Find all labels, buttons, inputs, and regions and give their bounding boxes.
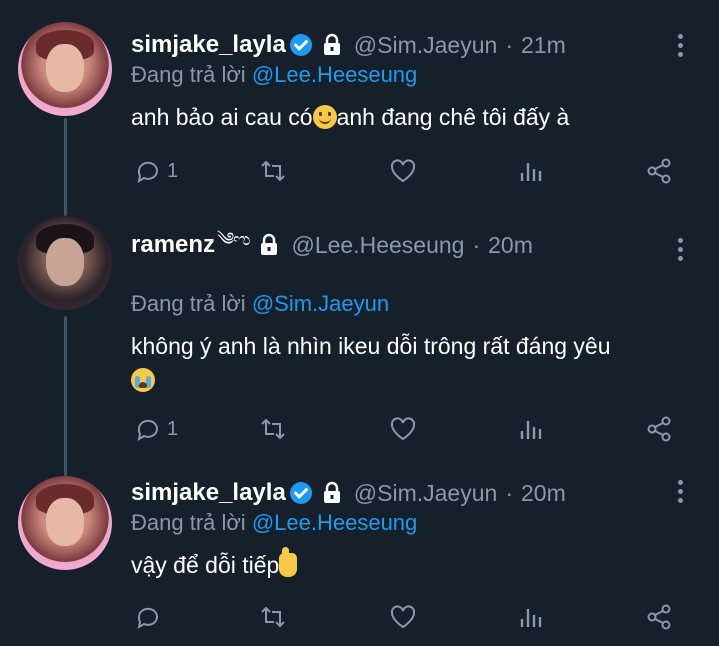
share-button[interactable]: [645, 414, 673, 444]
tweet[interactable]: simjake_layla @Sim.Jaeyun · 21m Đang trả…: [0, 0, 719, 200]
tweet-header: ramenz ༄ಌ @Lee.Heeseung · 20m: [131, 229, 533, 260]
share-icon: [647, 604, 671, 630]
lock-icon: [261, 233, 278, 255]
loudly-crying-face-icon: [131, 368, 155, 392]
retweet-icon: [261, 160, 285, 182]
reply-icon: [137, 419, 158, 442]
replying-to: Đang trả lời @Lee.Heeseung: [131, 62, 417, 88]
avatar[interactable]: [18, 216, 112, 310]
display-name[interactable]: simjake_layla: [131, 479, 286, 507]
like-button[interactable]: [389, 602, 417, 632]
retweet-icon: [261, 606, 285, 628]
reply-icon: [137, 607, 158, 630]
like-icon: [390, 159, 416, 183]
tweet-header: simjake_layla @Sim.Jaeyun · 20m: [131, 478, 566, 508]
analytics-icon: [520, 163, 542, 181]
display-name[interactable]: simjake_layla: [131, 31, 286, 59]
reply-prefix: Đang trả lời: [131, 510, 246, 535]
action-bar: 1: [131, 414, 691, 444]
reply-icon: [137, 161, 158, 184]
timestamp[interactable]: 20m: [488, 232, 533, 259]
share-button[interactable]: [645, 156, 673, 186]
user-handle[interactable]: @Sim.Jaeyun: [354, 32, 498, 59]
share-icon: [647, 416, 671, 442]
like-icon: [390, 605, 416, 629]
timestamp[interactable]: 21m: [521, 32, 566, 59]
reply-mention-link[interactable]: @Lee.Heeseung: [252, 62, 417, 87]
tweet-text: không ý anh là nhìn ikeu dỗi trông rất đ…: [131, 329, 691, 397]
user-handle[interactable]: @Sim.Jaeyun: [354, 480, 498, 507]
reply-prefix: Đang trả lời: [131, 62, 246, 87]
like-button[interactable]: [389, 414, 417, 444]
lock-icon: [323, 481, 340, 503]
analytics-button[interactable]: [517, 602, 545, 632]
reply-button[interactable]: [133, 602, 167, 632]
retweet-button[interactable]: [259, 156, 287, 186]
verified-badge-icon: [289, 34, 312, 56]
reply-count: 1: [167, 417, 179, 440]
more-options-icon[interactable]: [676, 34, 684, 57]
more-options-icon[interactable]: [676, 238, 684, 261]
separator: ·: [505, 31, 513, 58]
display-name[interactable]: ramenz: [131, 231, 215, 259]
share-icon: [647, 158, 671, 184]
action-bar: 1: [131, 156, 691, 186]
separator: ·: [505, 479, 513, 506]
more-options-icon[interactable]: [676, 480, 684, 503]
retweet-icon: [261, 418, 285, 440]
slightly-smiling-face-icon: [312, 105, 337, 129]
like-icon: [390, 417, 416, 441]
user-handle[interactable]: @Lee.Heeseung: [291, 232, 464, 259]
avatar[interactable]: [18, 22, 112, 116]
reply-button[interactable]: 1: [133, 414, 178, 444]
thumbs-up-icon: [279, 547, 298, 577]
tweet-text: vậy để dỗi tiếp: [131, 547, 691, 582]
reply-count: 1: [167, 159, 179, 182]
separator: ·: [472, 231, 481, 258]
tweet-text-part: vậy để dỗi tiếp: [131, 552, 280, 578]
retweet-button[interactable]: [259, 414, 287, 444]
tweet-text-part: anh đang chê tôi đấy à: [336, 104, 570, 130]
replying-to: Đang trả lời @Lee.Heeseung: [131, 510, 417, 536]
tweet-text: anh bảo ai cau có anh đang chê tôi đấy à: [131, 100, 691, 134]
analytics-icon: [520, 421, 542, 439]
verified-badge-icon: [289, 482, 312, 504]
analytics-button[interactable]: [517, 414, 545, 444]
tweet-text-part: anh bảo ai cau có: [131, 104, 313, 130]
tweet[interactable]: simjake_layla @Sim.Jaeyun · 20m Đang trả…: [0, 458, 719, 646]
like-button[interactable]: [389, 156, 417, 186]
reply-mention-link[interactable]: @Sim.Jaeyun: [252, 291, 389, 316]
retweet-button[interactable]: [259, 602, 287, 632]
tweet-text-part: không ý anh là nhìn ikeu dỗi trông rất đ…: [131, 333, 611, 359]
analytics-icon: [520, 609, 542, 627]
display-name-decoration: ༄ಌ: [217, 229, 250, 249]
replying-to: Đang trả lời @Sim.Jaeyun: [131, 291, 389, 317]
reply-mention-link[interactable]: @Lee.Heeseung: [252, 510, 417, 535]
action-bar: [131, 602, 691, 632]
reply-button[interactable]: 1: [133, 156, 178, 186]
lock-icon: [323, 33, 340, 55]
analytics-button[interactable]: [517, 156, 545, 186]
tweet-header: simjake_layla @Sim.Jaeyun · 21m: [131, 30, 566, 60]
tweet[interactable]: ramenz ༄ಌ @Lee.Heeseung · 20m Đang trả l…: [0, 200, 719, 458]
timestamp[interactable]: 20m: [521, 480, 566, 507]
reply-prefix: Đang trả lời: [131, 291, 246, 316]
avatar[interactable]: [18, 476, 112, 570]
share-button[interactable]: [645, 602, 673, 632]
